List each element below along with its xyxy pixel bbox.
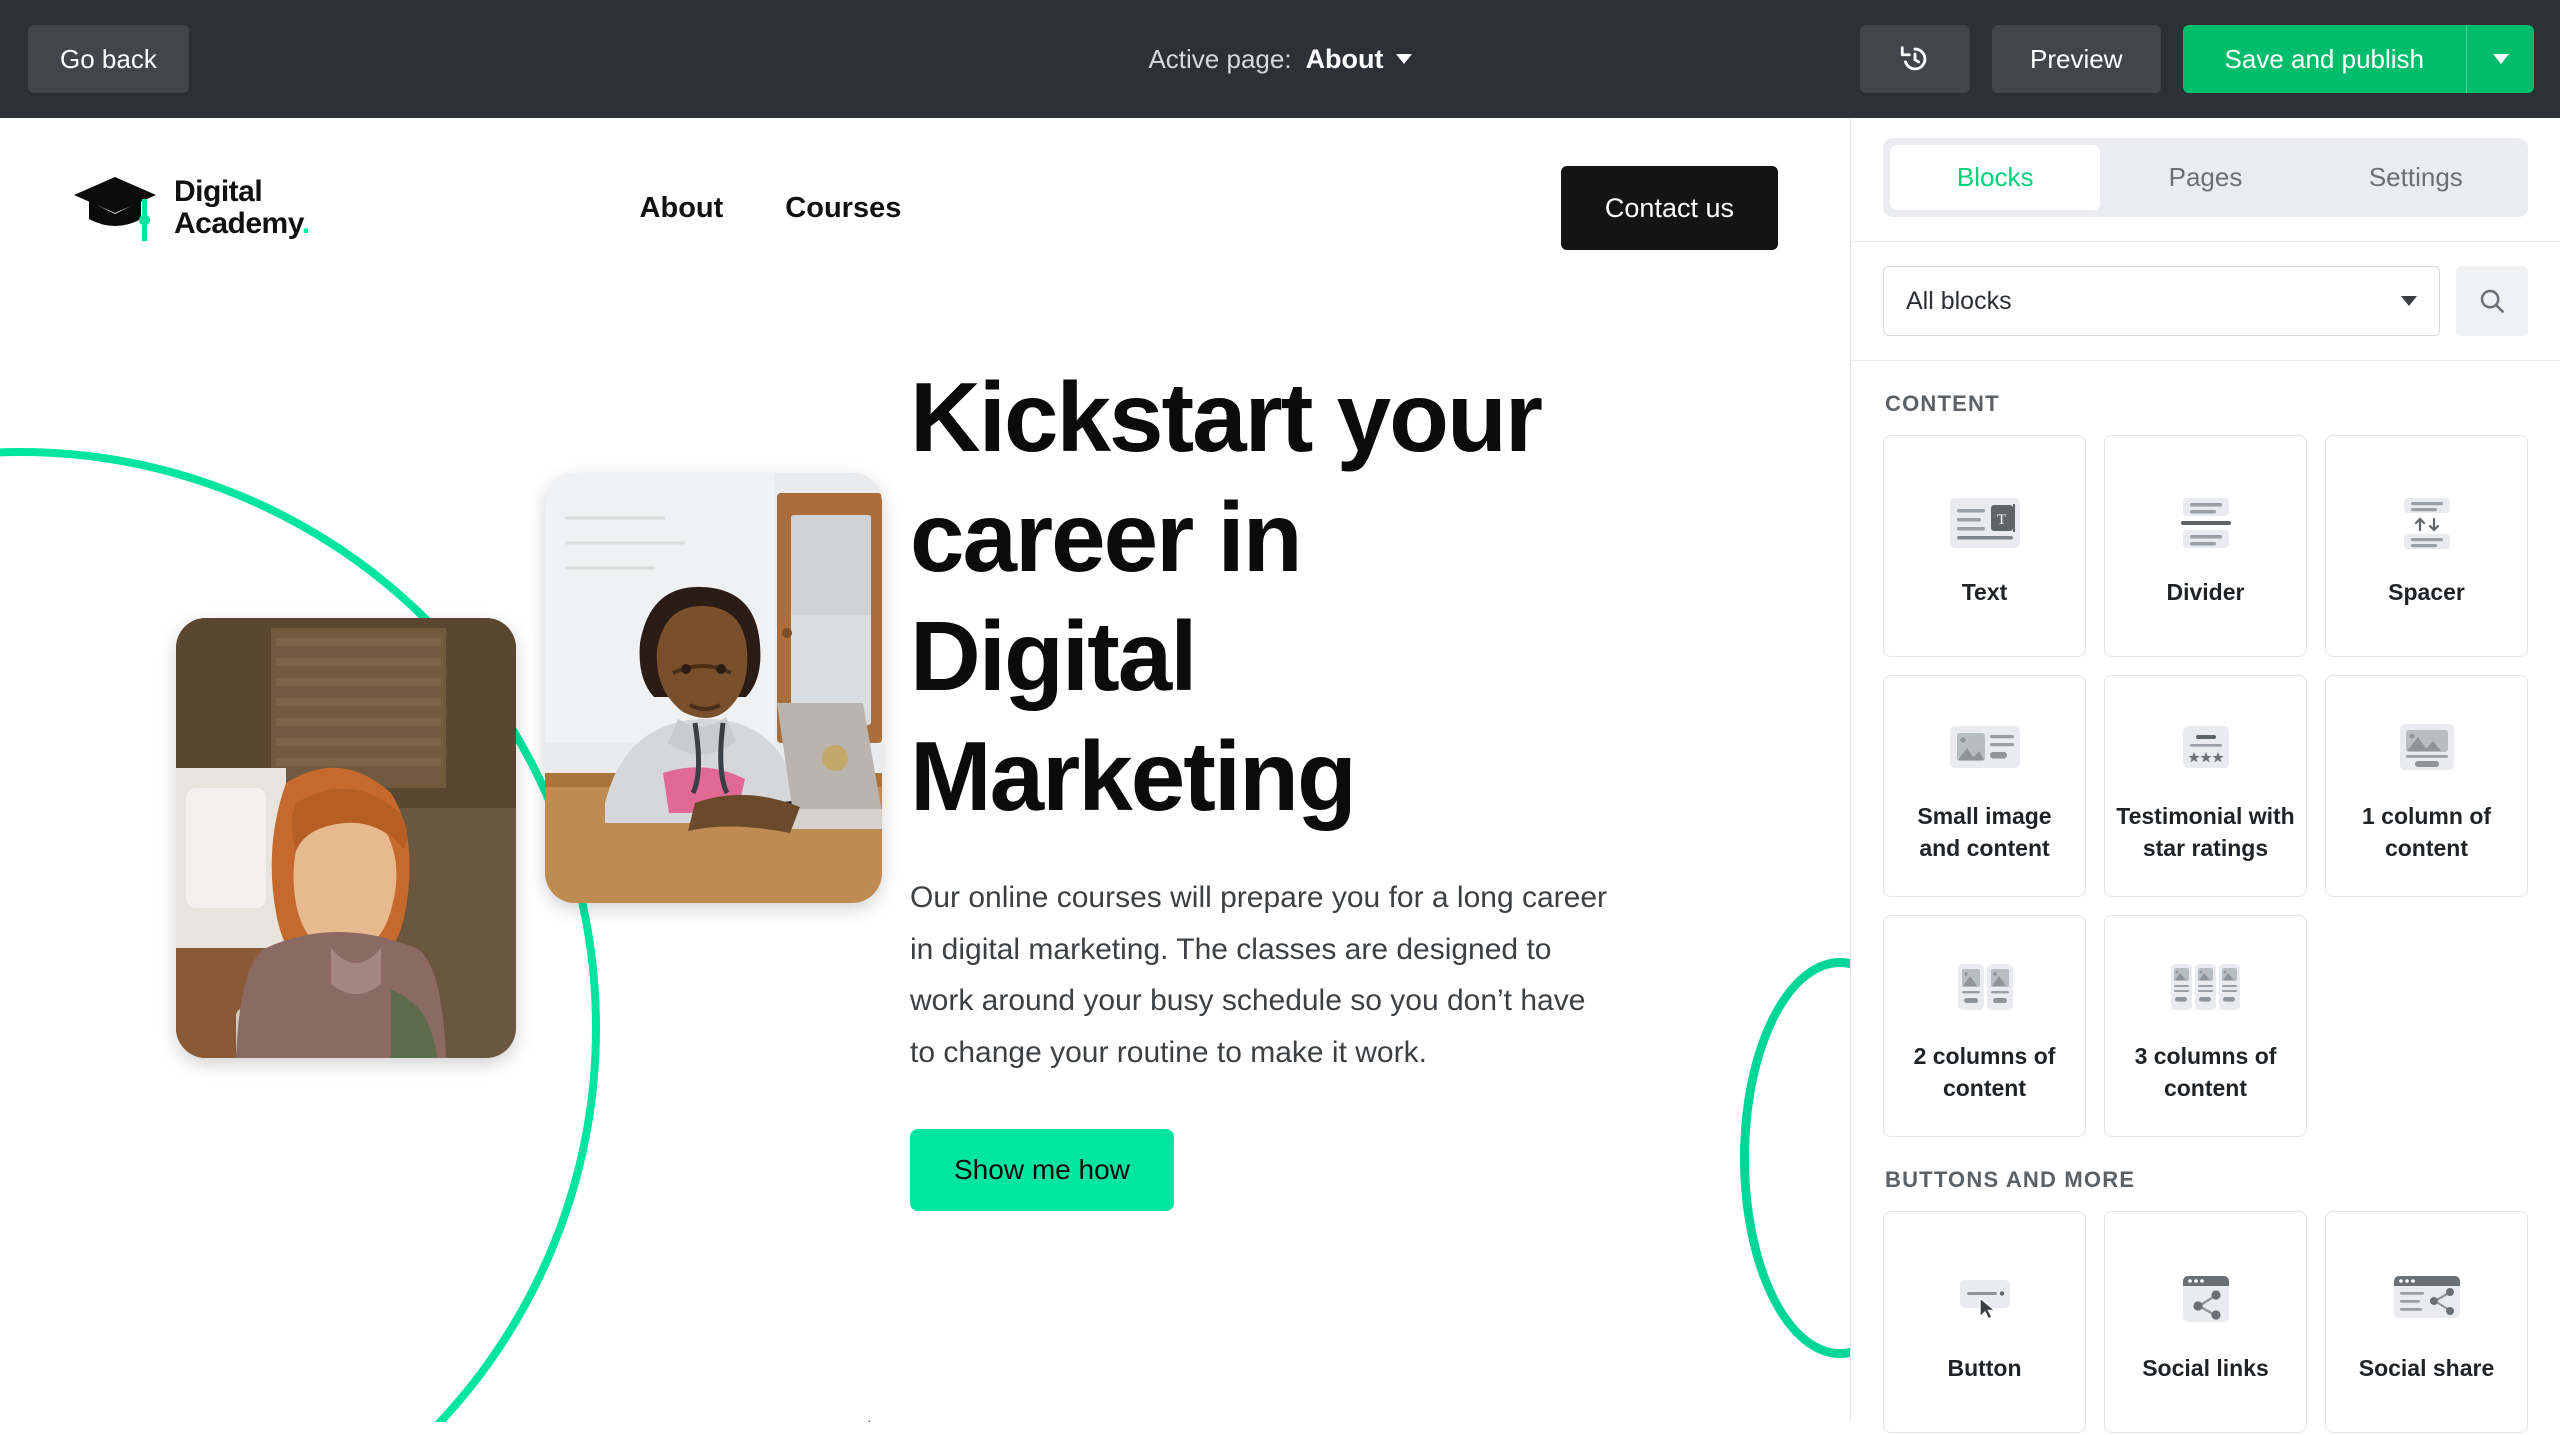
hero-cta-button[interactable]: Show me how xyxy=(910,1128,1174,1211)
preview-button[interactable]: Preview xyxy=(1992,25,2161,93)
active-page-label: Active page: xyxy=(1148,43,1292,74)
blocks-list[interactable]: CONTENT T Text Divider Spacer Small imag… xyxy=(1851,361,2560,1435)
one-column-icon xyxy=(2375,708,2479,786)
save-and-publish-dropdown-button[interactable] xyxy=(2466,25,2534,93)
save-and-publish-group: Save and publish xyxy=(2182,25,2534,93)
blocks-grid-content: T Text Divider Spacer Small image and co… xyxy=(1883,435,2528,1137)
hero-image-group xyxy=(0,358,900,1422)
top-bar-actions: Preview Save and publish xyxy=(1860,25,2534,93)
contact-us-button[interactable]: Contact us xyxy=(1560,166,1778,250)
group-title-content: CONTENT xyxy=(1885,391,2000,416)
active-page-dropdown[interactable]: About xyxy=(1306,44,1412,75)
site-logo[interactable]: Digital Academy. xyxy=(72,173,310,243)
graduation-cap-icon xyxy=(72,173,158,243)
block-label: 1 column of content xyxy=(2361,802,2492,861)
chevron-down-icon xyxy=(2401,296,2417,306)
hero-copy: Kickstart your career in Digital Marketi… xyxy=(900,358,1850,1211)
go-back-button[interactable]: Go back xyxy=(28,25,189,93)
search-icon xyxy=(2480,289,2504,313)
block-card-button[interactable]: Button xyxy=(1883,1211,2086,1433)
block-card-testimonial-with-star-ratings[interactable]: Testimonial with star ratings xyxy=(2104,675,2307,897)
panel-tabs-container: Blocks Pages Settings xyxy=(1851,118,2560,242)
website-preview-canvas[interactable]: Digital Academy. About Courses Contact u… xyxy=(0,118,1850,1422)
block-card-small-image-and-content[interactable]: Small image and content xyxy=(1883,675,2086,897)
text-block-icon: T xyxy=(1933,484,2037,562)
block-label: Spacer xyxy=(2388,578,2465,605)
block-card-social-links[interactable]: Social links xyxy=(2104,1211,2307,1433)
svg-text:T: T xyxy=(1997,512,2006,528)
hero-photo-woman-laptop-cafe[interactable] xyxy=(176,618,516,1058)
block-label: Divider xyxy=(2166,578,2245,605)
tab-pages[interactable]: Pages xyxy=(2100,145,2310,210)
two-columns-icon xyxy=(1933,948,2037,1026)
editor-side-panel: Blocks Pages Settings All blocks CONTENT xyxy=(1850,118,2560,1433)
block-label: Small image and content xyxy=(1917,802,2052,861)
testimonial-stars-icon xyxy=(2154,708,2258,786)
block-category-select[interactable]: All blocks xyxy=(1883,266,2440,336)
block-card-text[interactable]: T Text xyxy=(1883,435,2086,657)
panel-filter-row: All blocks xyxy=(1851,242,2560,361)
hero-photo-student-laptop-desk[interactable] xyxy=(545,473,882,903)
hero-title[interactable]: Kickstart your career in Digital Marketi… xyxy=(910,358,1550,836)
site-nav: About Courses xyxy=(640,192,902,225)
site-nav-item-courses[interactable]: Courses xyxy=(785,192,901,225)
three-columns-icon xyxy=(2154,948,2258,1026)
history-revert-icon xyxy=(1900,46,1927,71)
chevron-down-icon xyxy=(2492,54,2509,64)
block-category-value: All blocks xyxy=(1906,286,2012,315)
hero-section: Kickstart your career in Digital Marketi… xyxy=(0,298,1850,1422)
site-header: Digital Academy. About Courses Contact u… xyxy=(0,118,1850,298)
block-label: 2 columns of content xyxy=(1913,1042,2056,1101)
block-label: Testimonial with star ratings xyxy=(2116,802,2295,861)
block-label: Social links xyxy=(2142,1354,2269,1381)
group-title-buttons-and-more: BUTTONS AND MORE xyxy=(1885,1167,2136,1192)
save-and-publish-button[interactable]: Save and publish xyxy=(2182,25,2466,93)
chevron-down-icon xyxy=(1395,54,1412,64)
logo-line-1: Digital xyxy=(174,174,263,208)
block-card-2-columns-of-content[interactable]: 2 columns of content xyxy=(1883,915,2086,1137)
block-card-social-share[interactable]: Social share xyxy=(2325,1211,2528,1433)
social-share-icon xyxy=(2375,1260,2479,1338)
panel-tabs: Blocks Pages Settings xyxy=(1883,138,2528,217)
block-label: 3 columns of content xyxy=(2134,1042,2277,1101)
block-label: Social share xyxy=(2358,1354,2495,1381)
block-card-spacer[interactable]: Spacer xyxy=(2325,435,2528,657)
block-label: Text xyxy=(1961,578,2008,605)
block-card-divider[interactable]: Divider xyxy=(2104,435,2307,657)
active-page-value: About xyxy=(1305,43,1384,74)
button-block-icon xyxy=(1933,1260,2037,1338)
block-card-1-column-of-content[interactable]: 1 column of content xyxy=(2325,675,2528,897)
social-links-icon xyxy=(2154,1260,2258,1338)
site-nav-item-about[interactable]: About xyxy=(640,192,724,225)
tab-blocks[interactable]: Blocks xyxy=(1890,145,2101,210)
history-revert-button[interactable] xyxy=(1860,25,1971,93)
editor-top-bar: Go back Active page: About Preview Save … xyxy=(0,0,2560,118)
spacer-block-icon xyxy=(2375,484,2479,562)
hero-paragraph[interactable]: Our online courses will prepare you for … xyxy=(910,872,1610,1078)
block-label: Button xyxy=(1947,1354,2022,1381)
divider-block-icon xyxy=(2154,484,2258,562)
search-blocks-button[interactable] xyxy=(2456,266,2528,336)
site-logo-text: Digital Academy. xyxy=(174,174,310,241)
block-card-3-columns-of-content[interactable]: 3 columns of content xyxy=(2104,915,2307,1137)
tab-settings[interactable]: Settings xyxy=(2311,145,2521,210)
small-image-content-icon xyxy=(1933,708,2037,786)
blocks-grid-buttons: Button Social links Social share xyxy=(1883,1211,2528,1433)
logo-line-2: Academy xyxy=(174,207,302,240)
logo-dot: . xyxy=(301,207,310,240)
